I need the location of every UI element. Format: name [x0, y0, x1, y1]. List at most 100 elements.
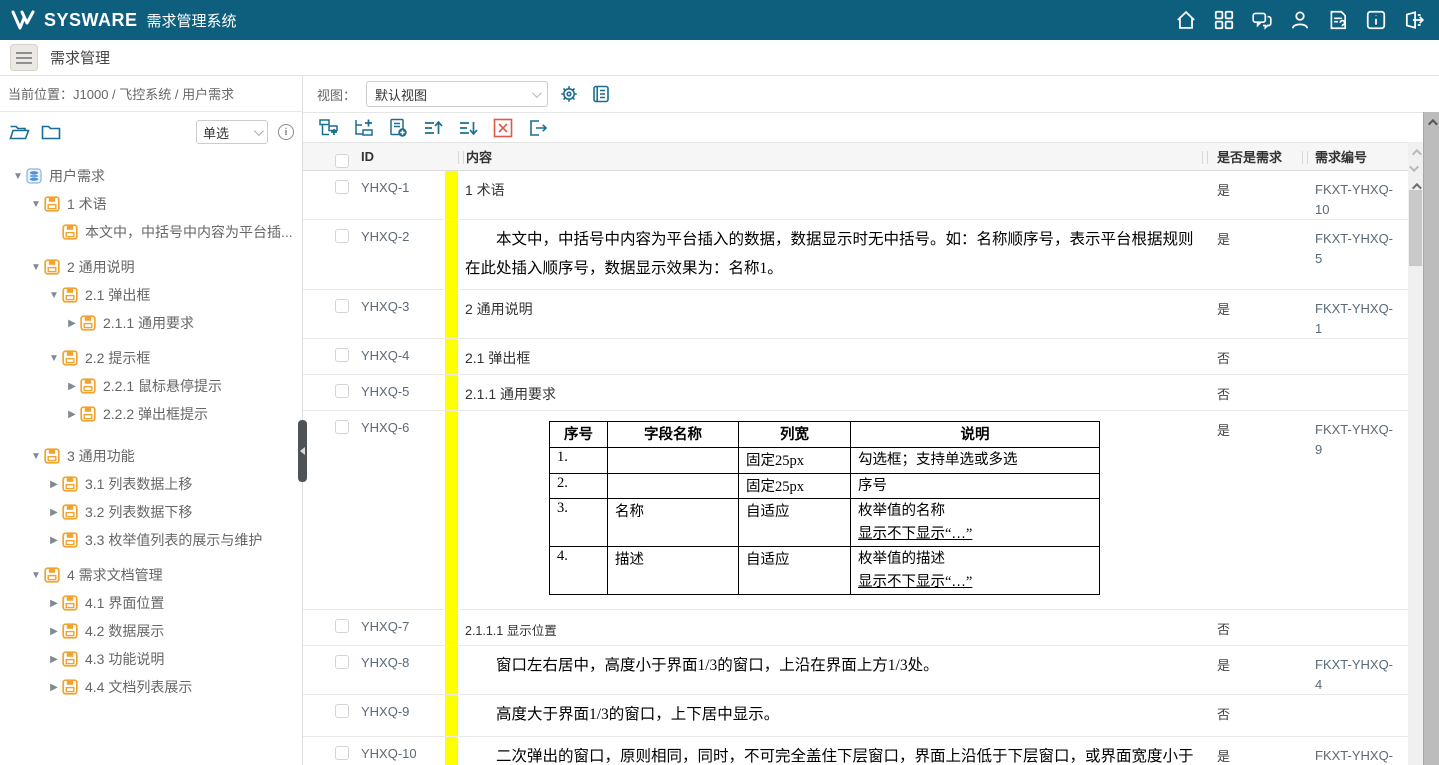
view-dropdown[interactable]: 默认视图	[366, 81, 548, 107]
page-scroll-up-icon[interactable]	[1424, 114, 1439, 130]
add-child-node-icon[interactable]	[352, 118, 374, 138]
tree-item[interactable]: ▼ 2.1 弹出框	[6, 281, 298, 309]
tree-expand-icon[interactable]: ▼	[28, 451, 44, 462]
tree-item[interactable]: ▶ 4.4 文档列表展示	[6, 673, 298, 701]
table-row[interactable]: YHXQ-7 2.1.1.1 显示位置 否	[303, 610, 1439, 646]
tree-expand-icon[interactable]: ▶	[64, 381, 80, 392]
export-icon[interactable]	[527, 118, 549, 138]
row-checkbox[interactable]	[335, 619, 349, 633]
tree-expand-icon[interactable]: ▼	[46, 290, 62, 301]
add-sibling-node-icon[interactable]	[317, 118, 339, 138]
view-list-icon[interactable]	[590, 84, 612, 104]
row-checkbox[interactable]	[335, 704, 349, 718]
row-checkbox[interactable]	[335, 180, 349, 194]
scroll-up-icon[interactable]	[1408, 144, 1423, 160]
spec-row: 2. 固定25px 序号	[550, 473, 1100, 498]
row-req-no: FKXT-YHXQ-4	[1302, 646, 1424, 694]
table-row[interactable]: YHXQ-3 2 通用说明 是 FKXT-YHXQ-1	[303, 290, 1439, 339]
table-row[interactable]: YHXQ-9 高度大于界面1/3的窗口，上下居中显示。 否	[303, 695, 1439, 737]
apps-icon[interactable]	[1213, 9, 1235, 31]
tree-item[interactable]: 本文中，中括号中内容为平台插...	[6, 218, 298, 246]
table-row[interactable]: YHXQ-5 2.1.1 通用要求 否	[303, 375, 1439, 411]
user-icon[interactable]	[1289, 9, 1311, 31]
tree-item[interactable]: ▶ 4.2 数据展示	[6, 617, 298, 645]
move-down-icon[interactable]	[457, 118, 479, 138]
table-row[interactable]: YHXQ-2 本文中，中括号中内容为平台插入的数据，数据显示时无中括号。如：名称…	[303, 220, 1439, 290]
move-up-icon[interactable]	[422, 118, 444, 138]
menu-toggle-button[interactable]	[10, 44, 38, 71]
add-document-icon[interactable]	[387, 118, 409, 138]
table-row[interactable]: YHXQ-8 窗口左右居中，高度小于界面1/3的窗口，上沿在界面上方1/3处。 …	[303, 646, 1439, 695]
tree-item[interactable]: ▶ 3.2 列表数据下移	[6, 498, 298, 526]
tree-item[interactable]: ▼ 4 需求文档管理	[6, 561, 298, 589]
collapse-all-folder-icon[interactable]	[40, 122, 62, 142]
column-header-req-no[interactable]: 需求编号	[1302, 143, 1424, 170]
table-row[interactable]: YHXQ-10 二次弹出的窗口，原则相同，同时，不可完全盖住下层窗口，界面上沿低…	[303, 737, 1439, 765]
tree-item[interactable]: ▶ 3.3 枚举值列表的展示与维护	[6, 526, 298, 554]
row-highlight-bar	[445, 339, 458, 374]
table-row[interactable]: YHXQ-1 1 术语 是 FKXT-YHXQ-10	[303, 171, 1439, 220]
help-doc-icon[interactable]	[1327, 9, 1349, 31]
tree-item[interactable]: ▶ 4.3 功能说明	[6, 645, 298, 673]
tree-item[interactable]: ▶ 2.2.2 弹出框提示	[6, 400, 298, 428]
tree-item[interactable]: ▼ 3 通用功能	[6, 442, 298, 470]
messages-icon[interactable]	[1251, 9, 1273, 31]
row-checkbox[interactable]	[335, 299, 349, 313]
expand-all-folder-icon[interactable]	[8, 122, 30, 142]
tree-item-root[interactable]: ▼ 用户需求	[6, 162, 298, 190]
table-row[interactable]: YHXQ-6 序号 字段名称 列宽 说明 1.	[303, 411, 1439, 610]
scroll-down-icon[interactable]	[1408, 160, 1423, 176]
tree-expand-icon[interactable]: ▼	[10, 171, 26, 182]
tree-item-label: 本文中，中括号中内容为平台插...	[85, 222, 293, 242]
tree-item[interactable]: ▶ 3.1 列表数据上移	[6, 470, 298, 498]
tree-expand-icon[interactable]: ▼	[28, 570, 44, 581]
tree-expand-icon[interactable]: ▶	[46, 654, 62, 665]
tree-expand-icon[interactable]: ▶	[46, 598, 62, 609]
tree-info-icon[interactable]: i	[278, 124, 294, 140]
table-scrollbar[interactable]	[1408, 142, 1423, 765]
tree-expand-icon[interactable]: ▶	[46, 626, 62, 637]
scrollbar-thumb[interactable]	[1409, 190, 1422, 266]
column-header-content[interactable]: 内容	[458, 143, 1202, 170]
tree-expand-icon[interactable]: ▶	[46, 535, 62, 546]
home-icon[interactable]	[1175, 9, 1197, 31]
breadcrumb: 当前位置： J1000 / 飞控系统 / 用户需求	[0, 76, 302, 112]
tree-item[interactable]: ▶ 4.1 界面位置	[6, 589, 298, 617]
info-icon[interactable]	[1365, 9, 1387, 31]
app-window: SYSWARE 需求管理系统	[0, 0, 1439, 765]
select-mode-dropdown[interactable]: 单选	[196, 120, 268, 144]
tree-expand-icon[interactable]: ▶	[64, 318, 80, 329]
column-header-id[interactable]: ID	[355, 143, 445, 170]
view-settings-gear-icon[interactable]	[558, 84, 580, 104]
row-checkbox[interactable]	[335, 420, 349, 434]
row-content: 2.1 弹出框	[465, 345, 1194, 368]
embedded-spec-table: 序号 字段名称 列宽 说明 1. 固定25px 勾选框；支持单选或多选	[549, 421, 1100, 595]
page-scrollbar[interactable]	[1423, 112, 1439, 765]
select-all-checkbox[interactable]	[335, 154, 349, 168]
tree-expand-icon[interactable]: ▶	[46, 507, 62, 518]
tree-item[interactable]: ▼ 1 术语	[6, 190, 298, 218]
tree-item[interactable]: ▼ 2.2 提示框	[6, 344, 298, 372]
tree-expand-icon[interactable]: ▶	[64, 409, 80, 420]
sidebar-collapse-handle[interactable]	[298, 420, 307, 482]
tree-expand-icon[interactable]: ▶	[46, 479, 62, 490]
row-checkbox[interactable]	[335, 348, 349, 362]
tree-expand-icon[interactable]: ▼	[46, 353, 62, 364]
tree-expand-icon[interactable]: ▼	[28, 262, 44, 273]
row-checkbox[interactable]	[335, 746, 349, 760]
row-id: YHXQ-6	[355, 411, 445, 609]
tree-item[interactable]: ▶ 2.1.1 通用要求	[6, 309, 298, 337]
tree-item[interactable]: ▼ 2 通用说明	[6, 253, 298, 281]
tree-item[interactable]: ▶ 2.2.1 鼠标悬停提示	[6, 372, 298, 400]
row-checkbox[interactable]	[335, 384, 349, 398]
row-checkbox[interactable]	[335, 229, 349, 243]
tree-expand-icon[interactable]: ▼	[28, 199, 44, 210]
column-header-is-requirement[interactable]: 是否是需求	[1202, 143, 1302, 170]
logout-icon[interactable]	[1403, 9, 1425, 31]
row-checkbox[interactable]	[335, 655, 349, 669]
delete-icon[interactable]	[492, 118, 514, 138]
tree-expand-icon[interactable]: ▶	[46, 682, 62, 693]
row-highlight-bar	[445, 737, 458, 765]
table-row[interactable]: YHXQ-4 2.1 弹出框 否	[303, 339, 1439, 375]
page-title: 需求管理	[50, 47, 110, 68]
